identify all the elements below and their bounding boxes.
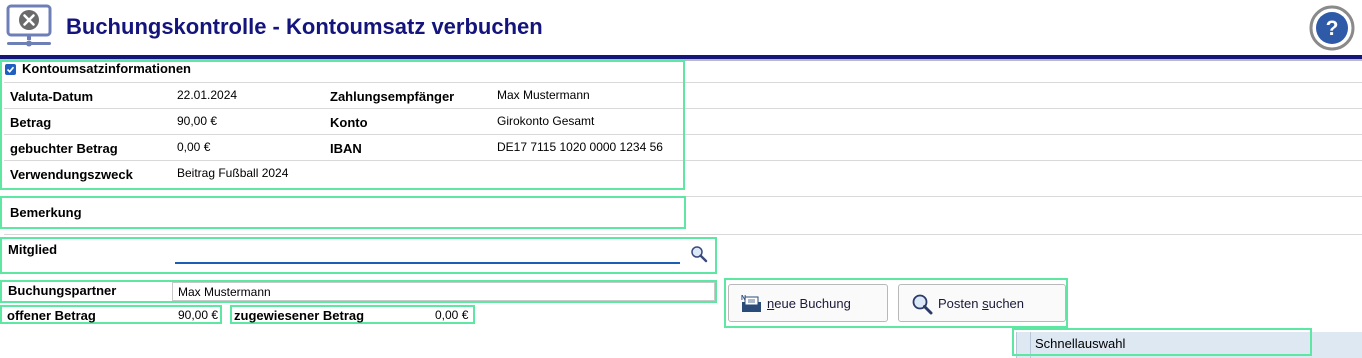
svg-text:?: ?	[1326, 17, 1339, 40]
purpose-label: Verwendungszweck	[10, 167, 133, 182]
member-label: Mitglied	[8, 242, 58, 257]
open-amount-label: offener Betrag	[7, 308, 96, 323]
account-value: Girokonto Gesamt	[497, 114, 595, 128]
booked-amount-value: 0,00 €	[177, 140, 211, 154]
search-items-label-rest: uchen	[988, 296, 1025, 311]
amount-value: 90,00 €	[177, 114, 218, 128]
booked-amount-label: gebuchter Betrag	[10, 141, 118, 156]
assigned-amount-value: 0,00 €	[435, 308, 469, 322]
iban-value: DE17 7115 1020 0000 1234 56	[497, 140, 663, 154]
section-toggle-checkbox[interactable]	[5, 64, 16, 75]
search-items-label-prefix: Posten	[938, 296, 983, 311]
iban-label: IBAN	[330, 141, 362, 156]
valuta-date-label: Valuta-Datum	[10, 89, 94, 104]
svg-text:N: N	[741, 295, 746, 302]
valuta-date-value: 22.01.2024	[177, 88, 238, 102]
search-items-button[interactable]: Posten suchen	[898, 284, 1066, 322]
purpose-value: Beitrag Fußball 2024	[177, 166, 289, 180]
row-divider	[4, 234, 1362, 235]
question-mark-icon[interactable]: ?	[1309, 5, 1355, 51]
new-booking-button[interactable]: N neue Buchung	[728, 284, 888, 322]
account-label: Konto	[330, 115, 368, 130]
quick-select-highlight	[1012, 328, 1312, 356]
booking-control-window: Buchungskontrolle - Kontoumsatz verbuche…	[0, 0, 1362, 358]
remark-label: Bemerkung	[10, 205, 82, 220]
assigned-amount-label: zugewiesener Betrag	[234, 308, 365, 323]
recipient-label: Zahlungsempfänger	[330, 89, 455, 104]
magnifier-icon	[912, 294, 933, 315]
remark-field[interactable]	[0, 196, 686, 229]
page-title: Buchungskontrolle - Kontoumsatz verbuche…	[66, 14, 543, 39]
booking-partner-value: Max Mustermann	[178, 285, 271, 299]
booking-partner-label: Buchungspartner	[8, 283, 117, 298]
magnifier-icon[interactable]	[690, 245, 708, 263]
new-document-icon: N	[741, 295, 761, 312]
amount-label: Betrag	[10, 115, 52, 130]
monitor-close-icon	[6, 4, 52, 47]
open-amount-value: 90,00 €	[178, 308, 219, 322]
new-booking-label: eue Buchung	[774, 296, 851, 311]
section-title: Kontoumsatzinformationen	[22, 61, 191, 76]
member-input[interactable]	[175, 243, 680, 264]
recipient-value: Max Mustermann	[497, 88, 590, 102]
